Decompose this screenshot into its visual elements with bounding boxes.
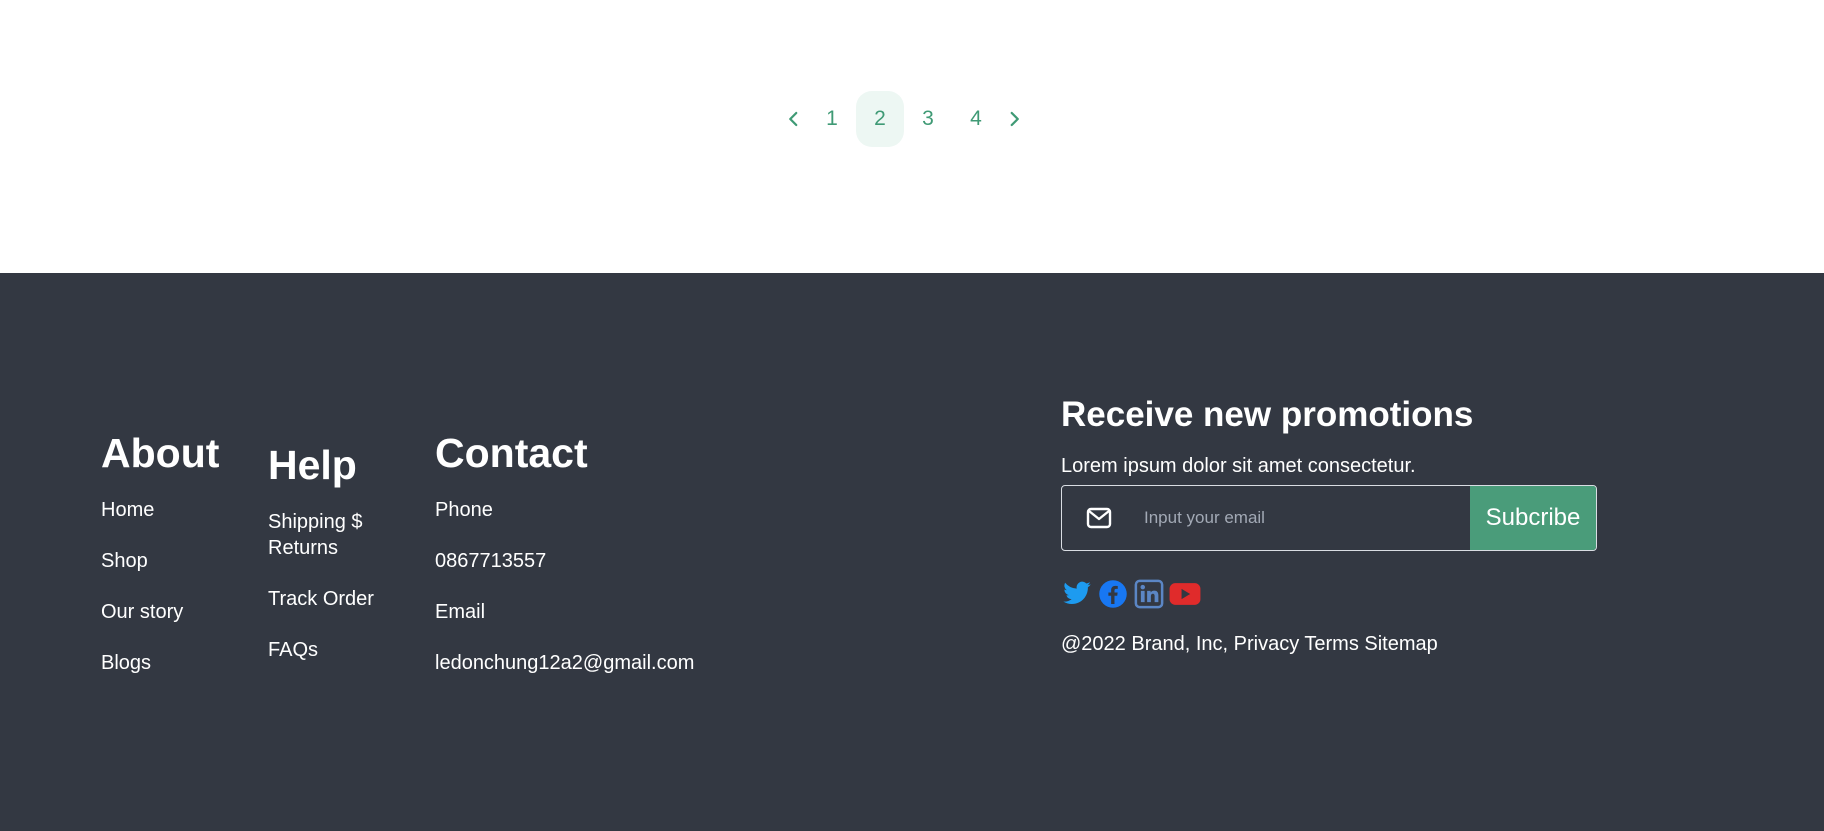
- footer-link-shipping-returns[interactable]: Shipping $ Returns: [268, 509, 378, 561]
- prev-page-button[interactable]: [780, 91, 808, 147]
- about-heading: About: [101, 430, 220, 476]
- subscribe-form: Subcribe: [1061, 485, 1597, 551]
- promotions-heading: Receive new promotions: [1061, 395, 1474, 434]
- contact-email-label: Email: [435, 601, 486, 623]
- footer-link-shop[interactable]: Shop: [101, 548, 219, 574]
- page-4-button[interactable]: 4: [952, 91, 1000, 147]
- chevron-right-icon: [1010, 111, 1019, 127]
- twitter-icon[interactable]: [1061, 578, 1093, 610]
- page-1-button[interactable]: 1: [808, 91, 856, 147]
- footer-link-blogs[interactable]: Blogs: [101, 650, 219, 676]
- pagination: 1 2 3 4: [780, 91, 1028, 147]
- page-2-button[interactable]: 2: [856, 91, 904, 147]
- next-page-button[interactable]: [1000, 91, 1028, 147]
- footer-contact-column: Contact Phone 0867713557 Email ledonchun…: [435, 429, 694, 676]
- chevron-left-icon: [789, 111, 798, 127]
- social-links: [1061, 578, 1201, 610]
- copyright-text: @2022 Brand, Inc, Privacy Terms Sitemap: [1061, 633, 1438, 655]
- linkedin-icon[interactable]: [1133, 578, 1165, 610]
- promotions-section: Receive new promotions Lorem ipsum dolor…: [1061, 393, 1601, 655]
- contact-email-address[interactable]: ledonchung12a2@gmail.com: [435, 650, 694, 676]
- footer-about-column: About Home Shop Our story Blogs: [101, 429, 219, 676]
- footer-help-column: Help Shipping $ Returns Track Order FAQs: [268, 441, 378, 663]
- email-input[interactable]: [1136, 486, 1470, 550]
- footer-link-track-order[interactable]: Track Order: [268, 586, 378, 612]
- promotions-description: Lorem ipsum dolor sit amet consectetur.: [1061, 455, 1416, 477]
- content-area: 1 2 3 4: [0, 0, 1824, 273]
- contact-phone-label: Phone: [435, 499, 493, 521]
- contact-heading: Contact: [435, 430, 588, 476]
- help-heading: Help: [268, 442, 357, 488]
- footer-link-our-story[interactable]: Our story: [101, 599, 219, 625]
- facebook-icon[interactable]: [1097, 578, 1129, 610]
- footer-link-faqs[interactable]: FAQs: [268, 637, 378, 663]
- subscribe-button[interactable]: Subcribe: [1470, 486, 1596, 550]
- footer: About Home Shop Our story Blogs Help Shi…: [0, 273, 1824, 831]
- contact-phone-number[interactable]: 0867713557: [435, 548, 694, 574]
- mail-icon: [1062, 486, 1136, 550]
- page-3-button[interactable]: 3: [904, 91, 952, 147]
- youtube-icon[interactable]: [1169, 578, 1201, 610]
- footer-link-home[interactable]: Home: [101, 497, 219, 523]
